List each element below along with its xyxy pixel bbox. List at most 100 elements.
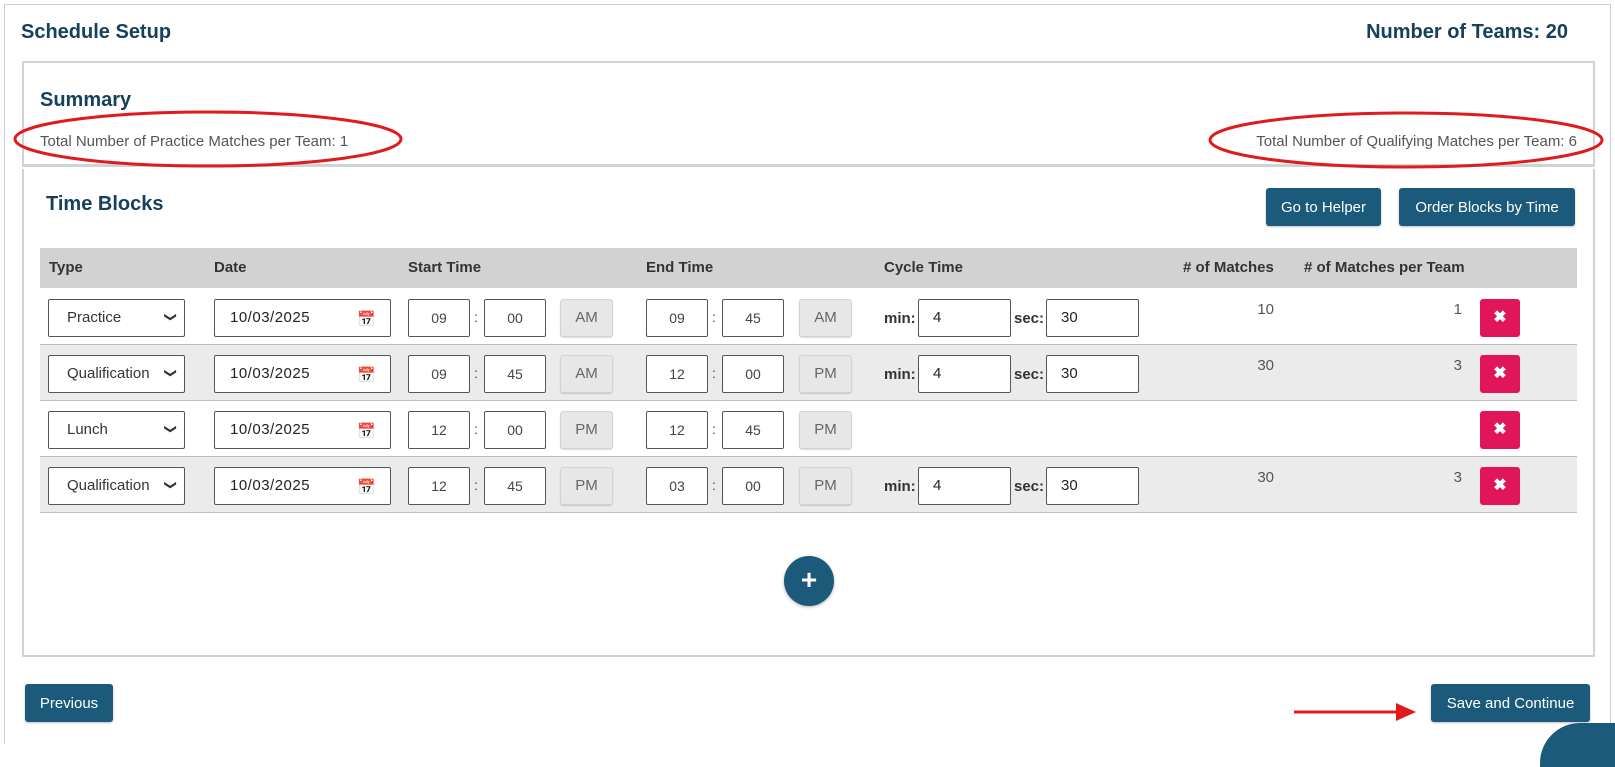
- start-hour-input[interactable]: 09: [408, 299, 470, 337]
- matches-count: 30: [1257, 469, 1274, 486]
- end-minute-input[interactable]: 45: [722, 411, 784, 449]
- end-ampm-toggle[interactable]: PM: [799, 355, 852, 393]
- qualifying-matches-label: Total Number of Qualifying Matches per T…: [1256, 133, 1565, 150]
- start-minute-input[interactable]: 00: [484, 411, 546, 449]
- column-header-matches: # of Matches: [1183, 259, 1274, 276]
- cycle-min-input[interactable]: 4: [918, 355, 1011, 393]
- end-ampm-toggle[interactable]: PM: [799, 467, 852, 505]
- cycle-sec-input[interactable]: 30: [1046, 467, 1139, 505]
- date-input[interactable]: 10/03/2025 📅: [214, 467, 391, 505]
- column-header-start-time: Start Time: [408, 259, 482, 276]
- column-header-cycle-time: Cycle Time: [884, 259, 963, 276]
- start-hour-input[interactable]: 12: [408, 467, 470, 505]
- chevron-down-icon: ❯: [163, 423, 178, 435]
- cycle-min-label: min:: [884, 366, 916, 383]
- qualifying-matches-summary: Total Number of Qualifying Matches per T…: [1256, 133, 1577, 150]
- practice-matches-summary: Total Number of Practice Matches per Tea…: [40, 133, 348, 150]
- time-separator: :: [474, 365, 478, 381]
- end-hour-input[interactable]: 12: [646, 411, 708, 449]
- matches-count: 30: [1257, 357, 1274, 374]
- type-select[interactable]: Practice ❯: [48, 299, 185, 337]
- start-ampm-toggle[interactable]: AM: [560, 355, 613, 393]
- type-select-value: Qualification: [67, 477, 150, 494]
- qualifying-matches-value: 6: [1568, 133, 1577, 150]
- time-separator: :: [474, 421, 478, 437]
- page-title: Schedule Setup: [21, 21, 172, 43]
- practice-matches-value: 1: [339, 133, 349, 150]
- matches-per-team-count: 1: [1453, 301, 1462, 318]
- type-select[interactable]: Lunch ❯: [48, 411, 185, 449]
- end-minute-input[interactable]: 45: [722, 299, 784, 337]
- plus-icon: +: [800, 564, 818, 595]
- summary-title: Summary: [40, 89, 132, 111]
- start-ampm-toggle[interactable]: PM: [560, 467, 613, 505]
- time-separator: :: [712, 365, 716, 381]
- time-separator: :: [712, 309, 716, 325]
- previous-button[interactable]: Previous: [25, 684, 113, 722]
- column-header-date: Date: [214, 259, 247, 276]
- date-input-value: 10/03/2025: [230, 309, 311, 326]
- end-hour-input[interactable]: 03: [646, 467, 708, 505]
- cycle-sec-input[interactable]: 30: [1046, 355, 1139, 393]
- end-ampm-toggle[interactable]: PM: [799, 411, 852, 449]
- date-input[interactable]: 10/03/2025 📅: [214, 355, 391, 393]
- end-minute-input[interactable]: 00: [722, 355, 784, 393]
- type-select[interactable]: Qualification ❯: [48, 355, 185, 393]
- type-select-value: Lunch: [67, 421, 108, 438]
- chevron-down-icon: ❯: [163, 479, 178, 491]
- matches-per-team-count: 3: [1453, 357, 1462, 374]
- delete-row-button[interactable]: ✖: [1480, 467, 1520, 505]
- chevron-down-icon: ❯: [163, 311, 178, 323]
- date-input[interactable]: 10/03/2025 📅: [214, 411, 391, 449]
- time-blocks-title: Time Blocks: [46, 193, 164, 215]
- cycle-min-input[interactable]: 4: [918, 467, 1011, 505]
- date-input[interactable]: 10/03/2025 📅: [214, 299, 391, 337]
- table-row: Practice ❯ 10/03/2025 📅 09 : 00 AM 09 : 45…: [40, 289, 1577, 345]
- column-header-type: Type: [49, 259, 83, 276]
- calendar-icon[interactable]: 📅: [357, 478, 376, 496]
- team-count-label: Number of Teams:: [1366, 21, 1541, 43]
- date-input-value: 10/03/2025: [230, 421, 311, 438]
- time-separator: :: [474, 309, 478, 325]
- cycle-min-input[interactable]: 4: [918, 299, 1011, 337]
- cycle-min-label: min:: [884, 310, 916, 327]
- table-row: Qualification ❯ 10/03/2025 📅 12 : 45 PM 03…: [40, 457, 1577, 513]
- column-header-matches-per-team: # of Matches per Team: [1304, 259, 1465, 276]
- matches-per-team-count: 3: [1453, 469, 1462, 486]
- time-separator: :: [712, 421, 716, 437]
- delete-row-button[interactable]: ✖: [1480, 299, 1520, 337]
- cycle-sec-label: sec:: [1014, 310, 1045, 327]
- end-hour-input[interactable]: 09: [646, 299, 708, 337]
- time-blocks-panel: Time Blocks Go to Helper Order Blocks by…: [22, 169, 1595, 657]
- end-ampm-toggle[interactable]: AM: [799, 299, 852, 337]
- chevron-down-icon: ❯: [163, 367, 178, 379]
- calendar-icon[interactable]: 📅: [357, 366, 376, 384]
- cycle-sec-label: sec:: [1014, 366, 1045, 383]
- delete-row-button[interactable]: ✖: [1480, 355, 1520, 393]
- start-hour-input[interactable]: 12: [408, 411, 470, 449]
- close-icon: ✖: [1493, 309, 1507, 326]
- table-row: Lunch ❯ 10/03/2025 📅 12 : 00 PM 12 : 45 PM…: [40, 401, 1577, 457]
- start-hour-input[interactable]: 09: [408, 355, 470, 393]
- start-ampm-toggle[interactable]: PM: [560, 411, 613, 449]
- start-minute-input[interactable]: 00: [484, 299, 546, 337]
- go-to-helper-button[interactable]: Go to Helper: [1266, 188, 1381, 226]
- cycle-sec-input[interactable]: 30: [1046, 299, 1139, 337]
- table-header: Type Date Start Time End Time Cycle Time…: [40, 248, 1577, 288]
- order-blocks-button[interactable]: Order Blocks by Time: [1399, 188, 1575, 226]
- start-minute-input[interactable]: 45: [484, 355, 546, 393]
- end-hour-input[interactable]: 12: [646, 355, 708, 393]
- start-ampm-toggle[interactable]: AM: [560, 299, 613, 337]
- end-minute-input[interactable]: 00: [722, 467, 784, 505]
- save-and-continue-button[interactable]: Save and Continue: [1431, 684, 1590, 722]
- date-input-value: 10/03/2025: [230, 365, 311, 382]
- calendar-icon[interactable]: 📅: [357, 422, 376, 440]
- start-minute-input[interactable]: 45: [484, 467, 546, 505]
- delete-row-button[interactable]: ✖: [1480, 411, 1520, 449]
- time-separator: :: [712, 477, 716, 493]
- add-time-block-button[interactable]: +: [784, 556, 834, 606]
- matches-count: 10: [1257, 301, 1274, 318]
- calendar-icon[interactable]: 📅: [357, 310, 376, 328]
- team-count-value: 20: [1545, 21, 1568, 43]
- type-select[interactable]: Qualification ❯: [48, 467, 185, 505]
